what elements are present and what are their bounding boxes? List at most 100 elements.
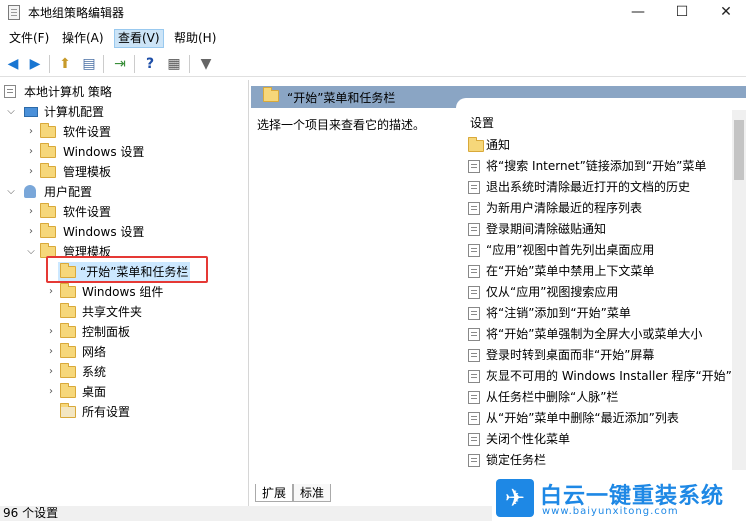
tree-pane: 本地计算机 策略 ⌵ 计算机配置 › 软件设置 › Windows 设置 › 管… bbox=[0, 80, 249, 506]
chevron-right-icon[interactable]: › bbox=[26, 162, 36, 182]
user-icon bbox=[24, 185, 36, 198]
item-label: 关闭个性化菜单 bbox=[486, 432, 571, 446]
tree-label: 控制面板 bbox=[82, 325, 131, 339]
tree-item-control-panel[interactable]: › 控制面板 bbox=[44, 322, 244, 342]
filter-icon[interactable]: ▼ bbox=[196, 54, 216, 74]
folder-icon bbox=[60, 363, 76, 378]
details-header-title: “开始”菜单和任务栏 bbox=[287, 91, 396, 105]
description-text: 选择一个项目来查看它的描述。 bbox=[257, 118, 426, 132]
app-icon bbox=[8, 5, 20, 20]
policy-icon bbox=[468, 202, 480, 215]
menu-action[interactable]: 操作(A) bbox=[59, 29, 107, 48]
item-label: 将“注销”添加到“开始”菜单 bbox=[486, 306, 631, 320]
tree-label: 软件设置 bbox=[63, 125, 112, 139]
column-header-setting[interactable]: 设置 bbox=[470, 114, 494, 131]
watermark-url: www.baiyunxitong.com bbox=[542, 506, 679, 517]
chevron-right-icon[interactable]: › bbox=[26, 142, 36, 162]
properties-icon[interactable]: ▦ bbox=[164, 54, 184, 74]
tree-label: 网络 bbox=[82, 345, 107, 359]
tree-label: 软件设置 bbox=[63, 205, 112, 219]
tree-item-windows-2[interactable]: › Windows 设置 bbox=[24, 222, 244, 242]
tree-item-desktop[interactable]: › 桌面 bbox=[44, 382, 244, 402]
chevron-down-icon[interactable]: ⌵ bbox=[6, 102, 16, 122]
toolbar-separator bbox=[49, 55, 50, 73]
title-bar: 本地组策略编辑器 — ☐ ✕ bbox=[0, 0, 746, 26]
item-label: 登录时转到桌面而非“开始”屏幕 bbox=[486, 348, 655, 362]
tree-item-network[interactable]: › 网络 bbox=[44, 342, 244, 362]
item-label: 灰显不可用的 Windows Installer 程序“开始”菜 bbox=[486, 369, 744, 383]
tree-label: Windows 设置 bbox=[63, 145, 145, 159]
chevron-right-icon[interactable]: › bbox=[26, 122, 36, 142]
help-icon[interactable]: ? bbox=[140, 54, 160, 74]
chevron-right-icon[interactable]: › bbox=[26, 222, 36, 242]
policy-icon bbox=[468, 349, 480, 362]
tree-item-shared-folders[interactable]: 共享文件夹 bbox=[44, 302, 244, 322]
scrollbar-thumb[interactable] bbox=[734, 120, 744, 180]
policy-doc-icon bbox=[4, 85, 16, 98]
folder-icon bbox=[60, 383, 76, 398]
folder-icon bbox=[60, 343, 76, 358]
menu-help[interactable]: 帮助(H) bbox=[171, 29, 219, 48]
policy-icon bbox=[468, 181, 480, 194]
chevron-right-icon[interactable]: › bbox=[46, 382, 56, 402]
tab-extended[interactable]: 扩展 bbox=[255, 484, 294, 502]
menu-bar: 文件(F) 操作(A) 查看(V) 帮助(H) bbox=[0, 28, 746, 48]
back-arrow-icon[interactable]: ◀ bbox=[3, 54, 23, 74]
tree-item-software-2[interactable]: › 软件设置 bbox=[24, 202, 244, 222]
details-pane: “开始”菜单和任务栏 选择一个项目来查看它的描述。 设置 通知 将“搜索 Int… bbox=[251, 80, 746, 484]
folder-icon bbox=[60, 323, 76, 338]
chevron-right-icon[interactable]: › bbox=[46, 322, 56, 342]
close-button[interactable]: ✕ bbox=[704, 0, 746, 26]
item-label: 从任务栏中删除“人脉”栏 bbox=[486, 390, 619, 404]
tree-computer-config[interactable]: ⌵ 计算机配置 bbox=[4, 102, 244, 122]
tree-user-config[interactable]: ⌵ 用户配置 bbox=[4, 182, 244, 202]
tree-user-label: 用户配置 bbox=[44, 185, 93, 199]
item-label: 仅从“应用”视图搜索应用 bbox=[486, 285, 619, 299]
tab-standard[interactable]: 标准 bbox=[293, 484, 332, 502]
tree-item-windows-components[interactable]: › Windows 组件 bbox=[44, 282, 244, 302]
tree-root[interactable]: 本地计算机 策略 bbox=[4, 82, 244, 102]
tree-item-windows-1[interactable]: › Windows 设置 bbox=[24, 142, 244, 162]
chevron-down-icon[interactable]: ⌵ bbox=[26, 242, 36, 262]
gpedit-window: 本地组策略编辑器 — ☐ ✕ 文件(F) 操作(A) 查看(V) 帮助(H) ◀… bbox=[0, 0, 746, 521]
minimize-button[interactable]: — bbox=[616, 0, 660, 26]
toolbar-separator bbox=[103, 55, 104, 73]
tree-item-all-settings[interactable]: 所有设置 bbox=[44, 402, 244, 422]
chevron-right-icon[interactable]: › bbox=[46, 282, 56, 302]
policy-icon bbox=[468, 307, 480, 320]
chevron-right-icon[interactable]: › bbox=[46, 362, 56, 382]
chevron-right-icon[interactable]: › bbox=[26, 202, 36, 222]
highlight-box bbox=[46, 256, 208, 283]
toolbar: ◀ ▶ ⬆ ▤ ⇥ ? ▦ ▼ bbox=[0, 51, 746, 77]
policy-icon bbox=[468, 160, 480, 173]
menu-view[interactable]: 查看(V) bbox=[114, 29, 164, 48]
tree-label: 管理模板 bbox=[63, 165, 112, 179]
chevron-down-icon[interactable]: ⌵ bbox=[6, 182, 16, 202]
tree-computer-label: 计算机配置 bbox=[44, 105, 105, 119]
all-settings-folder-icon bbox=[60, 403, 76, 418]
item-label: 从“开始”菜单中删除“最近添加”列表 bbox=[486, 411, 679, 425]
export-list-icon[interactable]: ⇥ bbox=[110, 54, 130, 74]
chevron-right-icon[interactable]: › bbox=[46, 342, 56, 362]
tree-label: 所有设置 bbox=[82, 405, 131, 419]
tree-label: 共享文件夹 bbox=[82, 305, 143, 319]
item-label: 为新用户清除最近的程序列表 bbox=[486, 201, 643, 215]
up-folder-icon[interactable]: ⬆ bbox=[55, 54, 75, 74]
folder-icon bbox=[40, 223, 56, 238]
tree-root-label: 本地计算机 策略 bbox=[24, 85, 112, 99]
item-label: 通知 bbox=[486, 138, 511, 152]
forward-arrow-icon[interactable]: ▶ bbox=[25, 54, 45, 74]
vertical-scrollbar[interactable] bbox=[732, 110, 746, 470]
folder-icon bbox=[40, 163, 56, 178]
maximize-button[interactable]: ☐ bbox=[660, 0, 704, 26]
folder-icon bbox=[40, 203, 56, 218]
show-hide-tree-icon[interactable]: ▤ bbox=[79, 54, 99, 74]
tree-item-software-1[interactable]: › 软件设置 bbox=[24, 122, 244, 142]
toolbar-separator bbox=[189, 55, 190, 73]
tree-item-system[interactable]: › 系统 bbox=[44, 362, 244, 382]
settings-list: 设置 通知 将“搜索 Internet”链接添加到“开始”菜单 退出系统时清除最… bbox=[456, 98, 746, 484]
computer-icon bbox=[24, 107, 38, 117]
item-label: 将“搜索 Internet”链接添加到“开始”菜单 bbox=[486, 159, 707, 173]
tree-item-admin-1[interactable]: › 管理模板 bbox=[24, 162, 244, 182]
menu-file[interactable]: 文件(F) bbox=[6, 29, 52, 48]
